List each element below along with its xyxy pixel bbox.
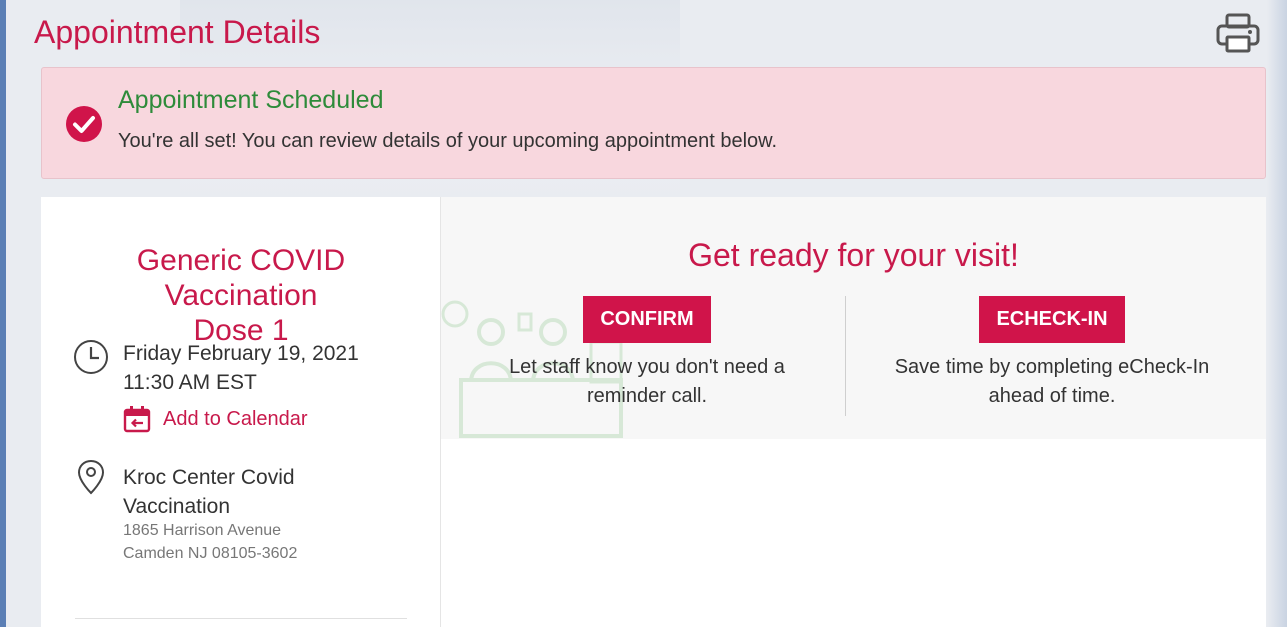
visit-prep-panel: Get ready for your visit! CONFIRM Let st…: [441, 197, 1266, 439]
echeck-section: ECHECK-IN Save time by completing eCheck…: [871, 296, 1233, 411]
address-line-1: 1865 Harrison Avenue: [123, 522, 282, 539]
clock-icon: [74, 340, 108, 374]
print-button[interactable]: [1214, 12, 1262, 54]
echeck-in-button[interactable]: ECHECK-IN: [979, 296, 1125, 343]
appointment-date: Friday February 19, 2021: [123, 342, 359, 365]
location-name: Kroc Center Covid Vaccination: [123, 466, 295, 518]
confirm-section: CONFIRM Let staff know you don't need a …: [477, 296, 817, 411]
printer-icon: [1216, 13, 1260, 53]
address-line-2: Camden NJ 08105-3602: [123, 545, 298, 562]
confirm-button[interactable]: CONFIRM: [583, 296, 711, 343]
alert-title: Appointment Scheduled: [118, 86, 384, 114]
alert-message: You're all set! You can review details o…: [118, 130, 778, 152]
page-title: Appointment Details: [34, 14, 321, 50]
visit-title: Get ready for your visit!: [688, 237, 1019, 273]
appointment-summary-card: Generic COVID Vaccination Dose 1 Friday …: [41, 197, 441, 627]
calendar-add-icon: [123, 406, 151, 433]
add-to-calendar-link[interactable]: Add to Calendar: [123, 405, 308, 433]
window-right-edge: [1267, 0, 1287, 627]
echeck-in-description: Save time by completing eCheck-In ahead …: [894, 356, 1210, 407]
appointment-name: Generic COVID Vaccination Dose 1: [136, 244, 346, 347]
column-divider: [845, 296, 846, 416]
confirm-description: Let staff know you don't need a reminder…: [509, 356, 785, 407]
visit-prep-card: Get ready for your visit! CONFIRM Let st…: [441, 197, 1266, 627]
success-alert: Appointment Scheduled You're all set! Yo…: [41, 67, 1266, 179]
appointment-time: 11:30 AM EST: [123, 371, 257, 394]
check-circle-icon: [66, 106, 102, 142]
add-to-calendar-label: Add to Calendar: [163, 407, 308, 430]
divider: [75, 618, 407, 619]
location-pin-icon: [77, 459, 105, 495]
window-left-edge: [0, 0, 6, 627]
